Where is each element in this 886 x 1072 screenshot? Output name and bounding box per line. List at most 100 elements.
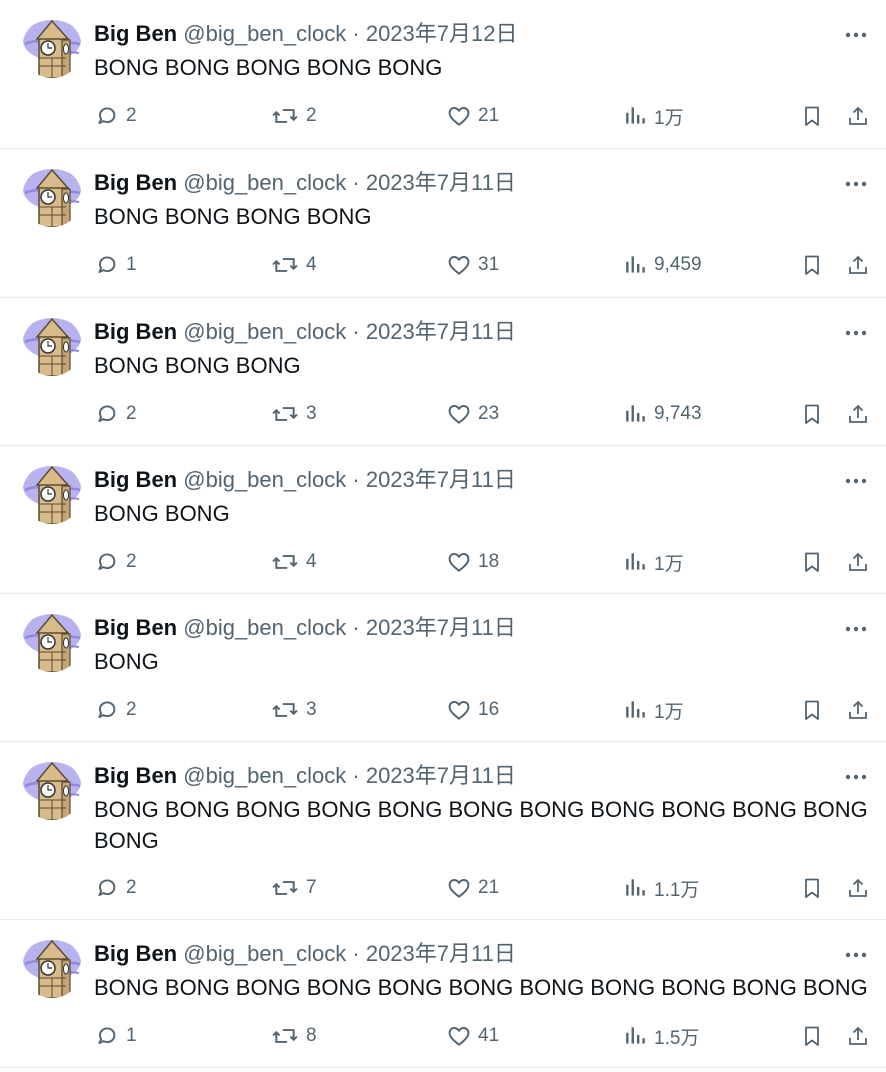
retweet-button[interactable]: 8 [270,1021,317,1051]
retweet-button[interactable]: 3 [270,695,317,725]
like-button[interactable]: 21 [446,873,499,903]
avatar[interactable] [22,612,82,672]
retweet-button[interactable]: 7 [270,873,317,903]
retweet-button[interactable]: 2 [270,101,317,131]
retweet-button[interactable]: 3 [270,399,317,429]
avatar[interactable] [22,316,82,376]
tweet-header: Big Ben @big_ben_clock · 2023年7月11日 [94,168,516,198]
reply-button[interactable]: 2 [94,547,137,577]
bookmark-button[interactable] [800,101,824,131]
heart-icon [446,103,472,129]
avatar[interactable] [22,760,82,820]
retweet-button[interactable]: 4 [270,250,317,280]
author-handle[interactable]: @big_ben_clock [183,763,346,788]
views-button[interactable]: 9,459 [624,250,702,280]
author-handle[interactable]: @big_ben_clock [183,941,346,966]
reply-count: 1 [126,1025,137,1046]
retweet-icon [270,252,300,278]
author-name[interactable]: Big Ben [94,170,177,195]
bookmark-icon [800,875,824,901]
author-handle[interactable]: @big_ben_clock [183,615,346,640]
bookmark-button[interactable] [800,547,824,577]
reply-button[interactable]: 2 [94,101,137,131]
like-button[interactable]: 21 [446,101,499,131]
more-icon[interactable] [844,172,868,196]
tweet-date[interactable]: 2023年7月11日 [366,615,516,640]
author-name[interactable]: Big Ben [94,615,177,640]
more-icon[interactable] [844,469,868,493]
retweet-count: 2 [306,105,317,126]
share-button[interactable] [846,547,870,577]
avatar[interactable] [22,167,82,227]
tweet[interactable]: Big Ben @big_ben_clock · 2023年7月11日 BONG… [0,920,886,1068]
tweet-date[interactable]: 2023年7月12日 [366,21,518,46]
avatar[interactable] [22,464,82,524]
avatar[interactable] [22,18,82,78]
more-icon[interactable] [844,765,868,789]
author-name[interactable]: Big Ben [94,319,177,344]
reply-button[interactable]: 1 [94,250,137,280]
author-handle[interactable]: @big_ben_clock [183,21,346,46]
tweet[interactable]: Big Ben @big_ben_clock · 2023年7月11日 BONG… [0,594,886,742]
reply-button[interactable]: 2 [94,399,137,429]
tweet-date[interactable]: 2023年7月11日 [366,319,516,344]
tweet-header: Big Ben @big_ben_clock · 2023年7月11日 [94,465,516,495]
author-name[interactable]: Big Ben [94,763,177,788]
reply-button[interactable]: 2 [94,695,137,725]
reply-button[interactable]: 1 [94,1021,137,1051]
bookmark-button[interactable] [800,873,824,903]
tweet[interactable]: Big Ben @big_ben_clock · 2023年7月11日 BONG… [0,446,886,594]
avatar[interactable] [22,938,82,998]
like-button[interactable]: 16 [446,695,499,725]
more-icon[interactable] [844,23,868,47]
reply-button[interactable]: 2 [94,873,137,903]
author-name[interactable]: Big Ben [94,941,177,966]
like-button[interactable]: 23 [446,399,499,429]
tweet-header: Big Ben @big_ben_clock · 2023年7月11日 [94,761,516,791]
heart-icon [446,697,472,723]
like-button[interactable]: 31 [446,250,499,280]
bookmark-button[interactable] [800,250,824,280]
views-button[interactable]: 1.1万 [624,873,699,903]
author-name[interactable]: Big Ben [94,467,177,492]
tweet[interactable]: Big Ben @big_ben_clock · 2023年7月11日 BONG… [0,149,886,298]
views-button[interactable]: 9,743 [624,399,702,429]
like-count: 21 [478,105,500,126]
share-button[interactable] [846,1021,870,1051]
retweet-button[interactable]: 4 [270,547,317,577]
bookmark-button[interactable] [800,695,824,725]
views-button[interactable]: 1万 [624,101,684,131]
share-button[interactable] [846,695,870,725]
tweet-date[interactable]: 2023年7月11日 [366,763,516,788]
reply-icon [94,1023,120,1049]
bookmark-button[interactable] [800,399,824,429]
retweet-icon [270,875,300,901]
author-handle[interactable]: @big_ben_clock [183,319,346,344]
author-name[interactable]: Big Ben [94,21,177,46]
author-handle[interactable]: @big_ben_clock [183,170,346,195]
tweet[interactable]: Big Ben @big_ben_clock · 2023年7月11日 BONG… [0,298,886,446]
bookmark-button[interactable] [800,1021,824,1051]
tweet[interactable]: Big Ben @big_ben_clock · 2023年7月12日 BONG… [0,0,886,149]
tweet-text: BONG BONG BONG BONG [94,204,372,229]
tweet-date[interactable]: 2023年7月11日 [366,170,516,195]
views-button[interactable]: 1.5万 [624,1021,699,1051]
more-icon[interactable] [844,943,868,967]
share-button[interactable] [846,873,870,903]
heart-icon [446,252,472,278]
more-icon[interactable] [844,617,868,641]
tweet[interactable]: Big Ben @big_ben_clock · 2023年7月11日 BONG… [0,742,886,920]
share-button[interactable] [846,250,870,280]
retweet-icon [270,401,300,427]
author-handle[interactable]: @big_ben_clock [183,467,346,492]
like-button[interactable]: 41 [446,1021,499,1051]
like-button[interactable]: 18 [446,547,499,577]
tweet-date[interactable]: 2023年7月11日 [366,467,516,492]
views-button[interactable]: 1万 [624,547,684,577]
tweet-date[interactable]: 2023年7月11日 [366,941,516,966]
share-button[interactable] [846,101,870,131]
more-icon[interactable] [844,321,868,345]
share-button[interactable] [846,399,870,429]
views-button[interactable]: 1万 [624,695,684,725]
share-icon [846,875,870,901]
